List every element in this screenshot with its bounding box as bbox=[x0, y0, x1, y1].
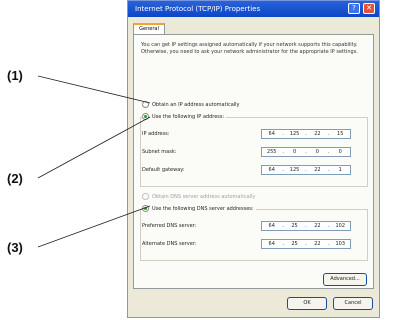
leader-line-2 bbox=[37, 116, 151, 179]
callout-leaders bbox=[37, 75, 151, 248]
leader-line-1 bbox=[37, 75, 151, 104]
leader-line-3 bbox=[37, 205, 151, 248]
